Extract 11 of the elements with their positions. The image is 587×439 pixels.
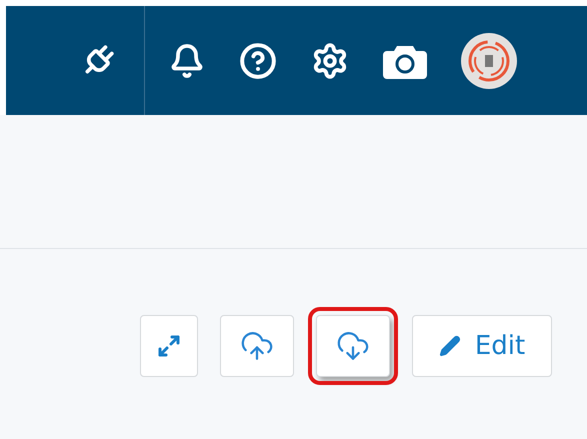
cloud-upload-icon <box>240 329 274 363</box>
help-icon[interactable] <box>239 42 277 80</box>
upload-button[interactable] <box>220 315 294 377</box>
expand-button[interactable] <box>140 315 198 377</box>
edit-button[interactable]: Edit <box>412 315 552 377</box>
avatar[interactable] <box>461 32 517 88</box>
expand-icon <box>157 334 181 358</box>
pencil-icon <box>438 335 461 357</box>
settings-icon[interactable] <box>311 42 349 80</box>
bell-icon[interactable] <box>169 42 205 78</box>
cloud-download-icon <box>336 329 370 363</box>
